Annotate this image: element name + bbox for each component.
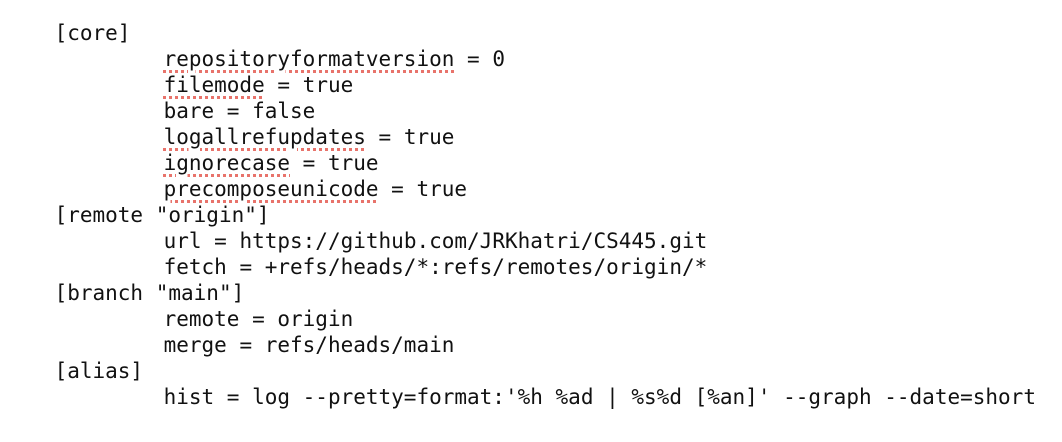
config-key-misspelled: precomposeunicode	[163, 177, 379, 201]
text-editor-area[interactable]: [core] repositoryformatversion = 0 filem…	[4, 0, 1060, 409]
config-value: false	[252, 99, 316, 123]
config-line-repositoryformatversion: repositoryformatversion = 0	[4, 20, 1060, 71]
config-separator: =	[454, 47, 493, 71]
config-separator: =	[226, 333, 265, 357]
config-value: true	[302, 73, 354, 97]
config-key: bare	[163, 99, 215, 123]
config-value: true	[403, 125, 455, 149]
config-line-hist: hist = log --pretty=format:'%h %ad | %s%…	[4, 358, 1060, 409]
config-value: https://github.com/JRKhatri/CS445.git	[239, 229, 708, 253]
config-value: 0	[492, 47, 505, 71]
config-separator: =	[226, 255, 265, 279]
config-value: refs/heads/main	[264, 333, 455, 357]
config-key-misspelled: repositoryformatversion	[163, 47, 455, 71]
config-separator: =	[264, 73, 303, 97]
section-header-core: [core]	[4, 0, 1060, 45]
section-header-text: [branch "main"]	[54, 281, 245, 305]
config-separator: =	[239, 307, 278, 331]
config-key-misspelled: ignorecase	[163, 151, 291, 175]
config-separator: =	[290, 151, 328, 175]
section-header-text: [remote "origin"]	[54, 203, 270, 227]
config-key: merge	[163, 333, 227, 357]
config-key: remote	[163, 307, 240, 331]
config-key: hist	[163, 385, 215, 409]
config-separator: =	[201, 229, 240, 253]
config-key-misspelled: filemode	[163, 73, 265, 97]
config-value: origin	[277, 307, 354, 331]
config-key-misspelled: logallrefupdates	[163, 125, 366, 149]
config-key: fetch	[163, 255, 227, 279]
config-value: true	[416, 177, 468, 201]
section-header-text: [alias]	[54, 359, 144, 383]
config-value: true	[327, 151, 379, 175]
config-separator: =	[214, 99, 253, 123]
config-key: url	[163, 229, 202, 253]
config-separator: =	[378, 177, 417, 201]
config-value: log --pretty=format:'%h %ad | %s%d [%an]…	[252, 385, 1036, 409]
config-separator: =	[365, 125, 404, 149]
config-separator: =	[214, 385, 253, 409]
config-value: +refs/heads/*:refs/remotes/origin/*	[264, 255, 708, 279]
section-header-text: [core]	[54, 21, 131, 45]
